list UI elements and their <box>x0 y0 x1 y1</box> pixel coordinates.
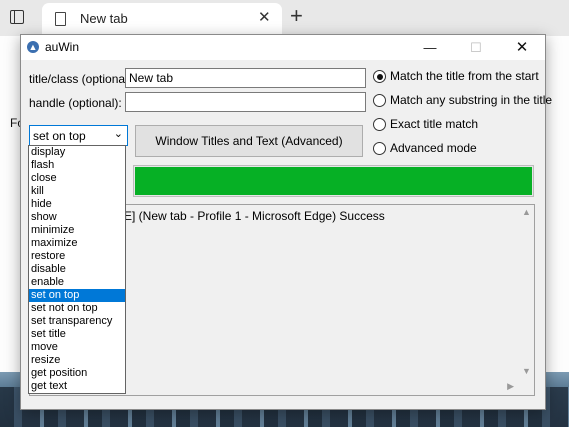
radio-button[interactable] <box>373 118 386 131</box>
tab-close-icon[interactable]: ✕ <box>258 8 271 26</box>
dropdown-option[interactable]: display <box>29 146 125 159</box>
dropdown-option[interactable]: maximize <box>29 237 125 250</box>
browser-tab[interactable]: New tab ✕ <box>42 3 282 36</box>
dropdown-option[interactable]: show <box>29 211 125 224</box>
title-bar[interactable]: ▲ auWin — ☐ ✕ <box>21 35 545 60</box>
dropdown-option[interactable]: get text <box>29 380 125 393</box>
window-titles-text-advanced-button[interactable]: Window Titles and Text (Advanced) <box>135 125 363 157</box>
dropdown-option[interactable]: restore <box>29 250 125 263</box>
dropdown-option[interactable]: kill <box>29 185 125 198</box>
minimize-button[interactable]: — <box>407 35 453 60</box>
action-dropdown-list: display flash close kill hide show minimize max… <box>28 145 126 394</box>
chevron-down-icon: ⌄ <box>113 128 123 140</box>
tab-title: New tab <box>80 11 128 26</box>
radio-label: Match the title from the start <box>390 69 539 83</box>
page-icon <box>55 12 66 26</box>
scroll-right-icon[interactable]: ▶ <box>507 381 514 392</box>
sidebar-toggle-icon[interactable] <box>10 10 24 24</box>
radio-label: Match any substring in the title <box>390 93 553 107</box>
dropdown-option[interactable]: set on top <box>29 289 125 302</box>
handle-label: handle (optional): <box>29 96 122 110</box>
app-icon: ▲ <box>27 41 39 53</box>
dropdown-option[interactable]: flash <box>29 159 125 172</box>
log-text: 1FE] (New tab - Profile 1 - Microsoft Ed… <box>110 209 385 223</box>
browser-tab-strip: New tab ✕ + <box>0 0 569 36</box>
dropdown-option[interactable]: disable <box>29 263 125 276</box>
handle-input[interactable] <box>125 92 366 112</box>
close-button[interactable]: ✕ <box>499 35 545 60</box>
dropdown-option[interactable]: set title <box>29 328 125 341</box>
dropdown-option[interactable]: minimize <box>29 224 125 237</box>
radio-button[interactable] <box>373 142 386 155</box>
dropdown-option[interactable]: set not on top <box>29 302 125 315</box>
dropdown-option[interactable]: resize <box>29 354 125 367</box>
radio-label: Advanced mode <box>390 141 477 155</box>
dropdown-option[interactable]: close <box>29 172 125 185</box>
radio-button[interactable] <box>373 70 386 83</box>
action-select-value: set on top <box>33 129 86 143</box>
action-select[interactable]: set on top ⌄ <box>29 125 128 146</box>
window-title: auWin <box>45 40 80 54</box>
radio-label: Exact title match <box>390 117 479 131</box>
dropdown-option[interactable]: get position <box>29 367 125 380</box>
new-tab-icon[interactable]: + <box>290 4 303 28</box>
progress-fill <box>135 167 532 195</box>
dropdown-option[interactable]: hide <box>29 198 125 211</box>
title-class-label: title/class (optional): <box>29 72 136 86</box>
scroll-down-icon[interactable]: ▼ <box>522 366 531 376</box>
vertical-scrollbar[interactable]: ▲ ▼ <box>517 205 534 378</box>
radio-button[interactable] <box>373 94 386 107</box>
progress-bar <box>133 165 534 197</box>
scroll-up-icon[interactable]: ▲ <box>522 207 531 217</box>
title-class-input[interactable]: New tab <box>125 68 366 88</box>
maximize-button[interactable]: ☐ <box>453 35 499 60</box>
dropdown-option[interactable]: move <box>29 341 125 354</box>
dropdown-option[interactable]: enable <box>29 276 125 289</box>
dropdown-option[interactable]: set transparency <box>29 315 125 328</box>
